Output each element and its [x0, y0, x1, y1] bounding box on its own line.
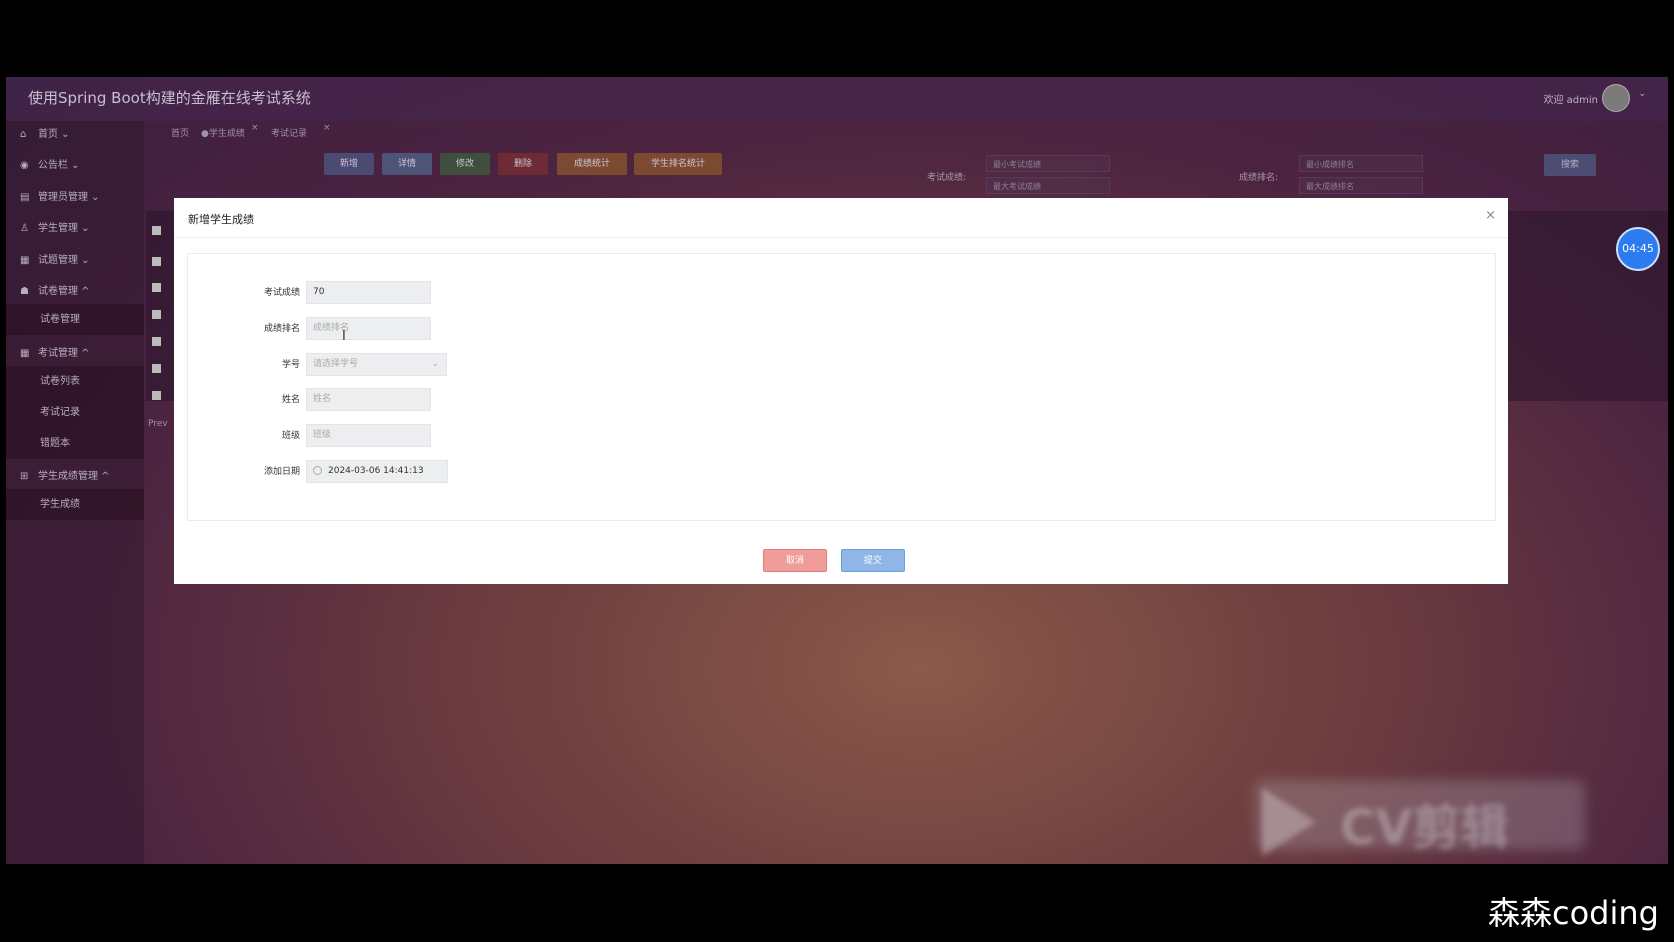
- app-title: 使用Spring Boot构建的金雁在线考试系统: [28, 89, 311, 107]
- tab-close-icon[interactable]: ×: [323, 123, 331, 133]
- score-max-input[interactable]: 最大考试成绩: [986, 177, 1110, 194]
- date-picker[interactable]: 2024-03-06 14:41:13: [306, 460, 448, 483]
- recording-timer: 04:45: [1616, 227, 1660, 271]
- score-filter-label: 考试成绩:: [927, 173, 967, 183]
- student-no-label: 学号: [281, 360, 300, 370]
- row-checkbox[interactable]: [152, 257, 161, 266]
- score-label: 考试成绩: [263, 288, 300, 298]
- row-checkbox[interactable]: [152, 310, 161, 319]
- welcome-text: 欢迎 admin: [1543, 95, 1598, 106]
- class-input[interactable]: 班级: [306, 424, 431, 447]
- tab-student-scores[interactable]: ●学生成绩: [201, 126, 245, 139]
- notice-icon: ◉: [20, 160, 29, 171]
- dialog-title: 新增学生成绩: [188, 213, 254, 226]
- sidebar-subitem-student-scores[interactable]: 学生成绩: [6, 489, 144, 520]
- prev-page-link[interactable]: Prev: [148, 419, 168, 429]
- avatar[interactable]: [1602, 84, 1630, 112]
- home-icon: ⌂: [20, 129, 27, 140]
- score-min-input[interactable]: 最小考试成绩: [986, 155, 1110, 172]
- sidebar-item-questions[interactable]: ▦ 试题管理 ⌄: [6, 247, 144, 275]
- sidebar-item-notice[interactable]: ◉ 公告栏 ⌄: [6, 152, 144, 180]
- top-header: 使用Spring Boot构建的金雁在线考试系统 欢迎 admin ⌄: [6, 77, 1668, 121]
- score-value: 70: [313, 287, 325, 297]
- sidebar-subitem-wrong-book[interactable]: 错题本: [6, 428, 144, 459]
- class-placeholder: 班级: [313, 430, 332, 440]
- sidebar-subitem-paper-manage[interactable]: 试卷管理: [6, 304, 144, 335]
- author-credit: 森森coding: [1488, 894, 1659, 932]
- sidebar-subitem-paper-list[interactable]: 试卷列表: [6, 366, 144, 397]
- user-icon: ♙: [20, 223, 29, 234]
- rank-input[interactable]: 成绩排名: [306, 317, 431, 340]
- sidebar-item-home[interactable]: ⌂ 首页 ⌄: [6, 121, 144, 149]
- tab-exam-records[interactable]: 考试记录: [271, 126, 307, 139]
- edit-button[interactable]: 修改: [440, 153, 490, 175]
- student-no-placeholder: 请选择学号: [313, 359, 359, 369]
- chevron-down-icon[interactable]: ⌄: [1638, 89, 1646, 99]
- rank-max-input[interactable]: 最大成绩排名: [1299, 177, 1423, 194]
- close-icon[interactable]: ×: [1485, 208, 1496, 223]
- dialog-divider: [174, 237, 1508, 238]
- class-label: 班级: [281, 431, 300, 441]
- sidebar-subitem-exam-records[interactable]: 考试记录: [6, 397, 144, 428]
- sidebar: ⌂ 首页 ⌄ ◉ 公告栏 ⌄ ▤ 管理员管理 ⌄ ♙ 学生管理 ⌄ ▦ 试题管理 ⌄ ☗ 试…: [6, 121, 144, 864]
- text-cursor-icon: I: [342, 329, 346, 344]
- rank-label: 成绩排名: [263, 324, 300, 334]
- rank-stats-button[interactable]: 学生排名统计: [634, 153, 722, 175]
- name-placeholder: 姓名: [313, 394, 332, 404]
- delete-button[interactable]: 删除: [498, 153, 548, 175]
- cancel-button[interactable]: 取消: [763, 549, 827, 572]
- score-stats-button[interactable]: 成绩统计: [557, 153, 627, 175]
- tab-close-icon[interactable]: ×: [251, 123, 259, 133]
- row-checkbox[interactable]: [152, 364, 161, 373]
- play-icon: [1262, 788, 1316, 856]
- search-button[interactable]: 搜索: [1544, 154, 1596, 176]
- add-score-dialog: 新增学生成绩 × 考试成绩 70 成绩排名 成绩排名 学号 请选择学号 ⌄ 姓名 …: [174, 198, 1508, 584]
- date-label: 添加日期: [263, 467, 300, 477]
- clock-icon: [313, 466, 322, 475]
- submit-button[interactable]: 提交: [841, 549, 905, 572]
- rank-min-input[interactable]: 最小成绩排名: [1299, 155, 1423, 172]
- name-label: 姓名: [281, 395, 300, 405]
- watermark-text: CV剪辑: [1340, 800, 1509, 856]
- row-checkbox[interactable]: [152, 337, 161, 346]
- rank-filter-label: 成绩排名:: [1239, 173, 1279, 183]
- grid-icon: ▦: [20, 255, 30, 266]
- detail-button[interactable]: 详情: [382, 153, 432, 175]
- chevron-down-icon: ⌄: [431, 359, 439, 369]
- date-value: 2024-03-06 14:41:13: [328, 466, 424, 476]
- sidebar-item-exams[interactable]: ▦ 考试管理 ^: [6, 340, 144, 368]
- sidebar-item-students[interactable]: ♙ 学生管理 ⌄: [6, 215, 144, 243]
- sidebar-item-score-manage[interactable]: ⊞ 学生成绩管理 ^: [6, 463, 144, 491]
- score-input[interactable]: 70: [306, 281, 431, 304]
- row-checkbox[interactable]: [152, 391, 161, 400]
- student-no-select[interactable]: 请选择学号 ⌄: [306, 353, 447, 376]
- sidebar-item-papers[interactable]: ☗ 试卷管理 ^: [6, 278, 144, 306]
- tab-home[interactable]: 首页: [171, 126, 189, 139]
- row-checkbox[interactable]: [152, 283, 161, 292]
- name-input[interactable]: 姓名: [306, 388, 431, 411]
- admin-icon: ▤: [20, 192, 30, 203]
- select-all-checkbox[interactable]: [152, 226, 161, 235]
- paper-icon: ☗: [20, 286, 29, 297]
- exam-icon: ▦: [20, 348, 30, 359]
- score-icon: ⊞: [20, 471, 29, 482]
- add-button[interactable]: 新增: [324, 153, 374, 175]
- sidebar-item-admin[interactable]: ▤ 管理员管理 ⌄: [6, 184, 144, 212]
